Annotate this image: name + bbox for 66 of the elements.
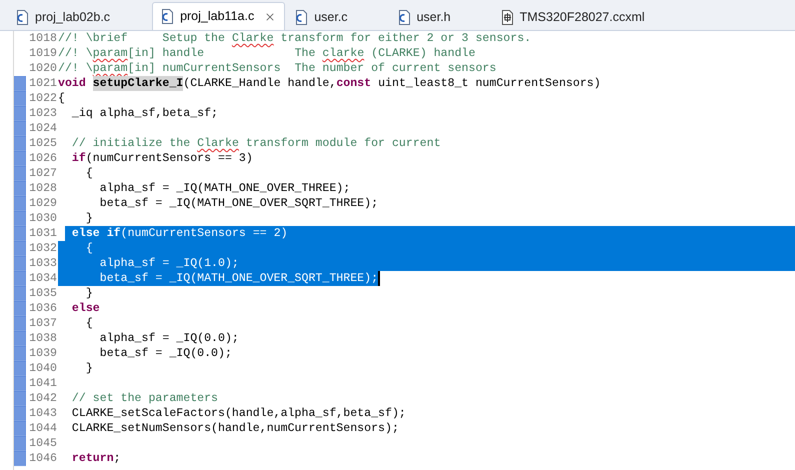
c-file-icon xyxy=(295,10,308,24)
line-number: 1027 xyxy=(28,166,58,181)
line-number: 1021 xyxy=(28,76,58,91)
code-line: //! \param[in] handle The clarke (CLARKE) handle xyxy=(58,46,476,61)
code-line: void setupClarke_I(CLARKE_Handle handle,const uint_least8_t numCurrentSensors) xyxy=(58,76,602,91)
line-number: 1037 xyxy=(28,316,58,331)
line-number: 1019 xyxy=(28,46,58,61)
line-number: 1044 xyxy=(28,421,58,436)
line-number: 1031 xyxy=(28,226,58,241)
code-line: beta_sf = _IQ(MATH_ONE_OVER_SQRT_THREE); xyxy=(58,271,795,286)
code-line: CLARKE_setNumSensors(handle,numCurrentSensors); xyxy=(70,421,400,436)
code-line: // set the parameters xyxy=(70,391,220,406)
line-number: 1033 xyxy=(28,256,58,271)
line-number: 1034 xyxy=(28,271,58,286)
text-cursor xyxy=(378,271,380,286)
code-line: beta_sf = _IQ(0.0); xyxy=(98,346,233,361)
line-number: 1029 xyxy=(28,196,58,211)
code-line: // initialize the Clarke transform module for current xyxy=(70,136,442,151)
c-file-icon xyxy=(161,9,174,24)
code-line: return; xyxy=(70,451,122,466)
code-line: _iq alpha_sf,beta_sf; xyxy=(70,106,220,121)
code-line: else xyxy=(70,301,101,316)
config-file-icon xyxy=(500,10,514,24)
code-line: beta_sf = _IQ(MATH_ONE_OVER_SQRT_THREE); xyxy=(98,196,380,211)
code-line: { xyxy=(58,241,795,256)
line-number: 1042 xyxy=(28,391,58,406)
editor-tab[interactable]: user.h xyxy=(390,4,491,30)
editor-tab[interactable]: user.c xyxy=(287,4,388,30)
code-line: alpha_sf = _IQ(1.0); xyxy=(58,256,795,271)
line-number: 1023 xyxy=(28,106,58,121)
line-number: 1035 xyxy=(28,286,58,301)
line-number: 1024 xyxy=(28,121,58,136)
line-number: 1025 xyxy=(28,136,58,151)
code-line: CLARKE_setScaleFactors(handle,alpha_sf,beta_sf); xyxy=(70,406,407,421)
code-line: } xyxy=(84,361,94,376)
line-number: 1045 xyxy=(28,436,58,451)
code-line: } xyxy=(84,286,94,301)
c-file-icon xyxy=(398,10,411,24)
code-line: alpha_sf = _IQ(0.0); xyxy=(98,331,240,346)
editor-tab[interactable]: proj_lab11a.c xyxy=(152,2,286,30)
code-line: //! \brief Setup the Clarke transform for either 2 or 3 sensors. xyxy=(58,31,532,46)
code-line: { xyxy=(84,166,94,181)
line-number: 1036 xyxy=(28,301,58,316)
line-number: 1041 xyxy=(28,376,58,391)
line-number: 1022 xyxy=(28,91,58,106)
line-number: 1046 xyxy=(28,451,58,466)
line-number: 1026 xyxy=(28,151,58,166)
code-line: { xyxy=(84,316,94,331)
line-number: 1030 xyxy=(28,211,58,226)
editor-tab[interactable]: proj_lab02b.c xyxy=(8,4,150,30)
code-line: if(numCurrentSensors == 3) xyxy=(70,151,254,166)
line-number: 1032 xyxy=(28,241,58,256)
close-icon[interactable] xyxy=(264,10,276,22)
line-number: 1040 xyxy=(28,361,58,376)
line-number: 1043 xyxy=(28,406,58,421)
code-line: //! \param[in] numCurrentSensors The number of current sensors xyxy=(58,61,498,76)
editor-tab[interactable]: TMS320F28027.ccxml xyxy=(492,4,685,30)
line-number: 1018 xyxy=(28,31,58,46)
c-file-icon xyxy=(16,10,29,24)
line-number: 1039 xyxy=(28,346,58,361)
line-number: 1038 xyxy=(28,331,58,346)
code-line: } xyxy=(84,211,94,226)
code-line: alpha_sf = _IQ(MATH_ONE_OVER_THREE); xyxy=(98,181,352,196)
code-line: { xyxy=(58,91,66,106)
line-number: 1020 xyxy=(28,61,58,76)
line-number: 1028 xyxy=(28,181,58,196)
